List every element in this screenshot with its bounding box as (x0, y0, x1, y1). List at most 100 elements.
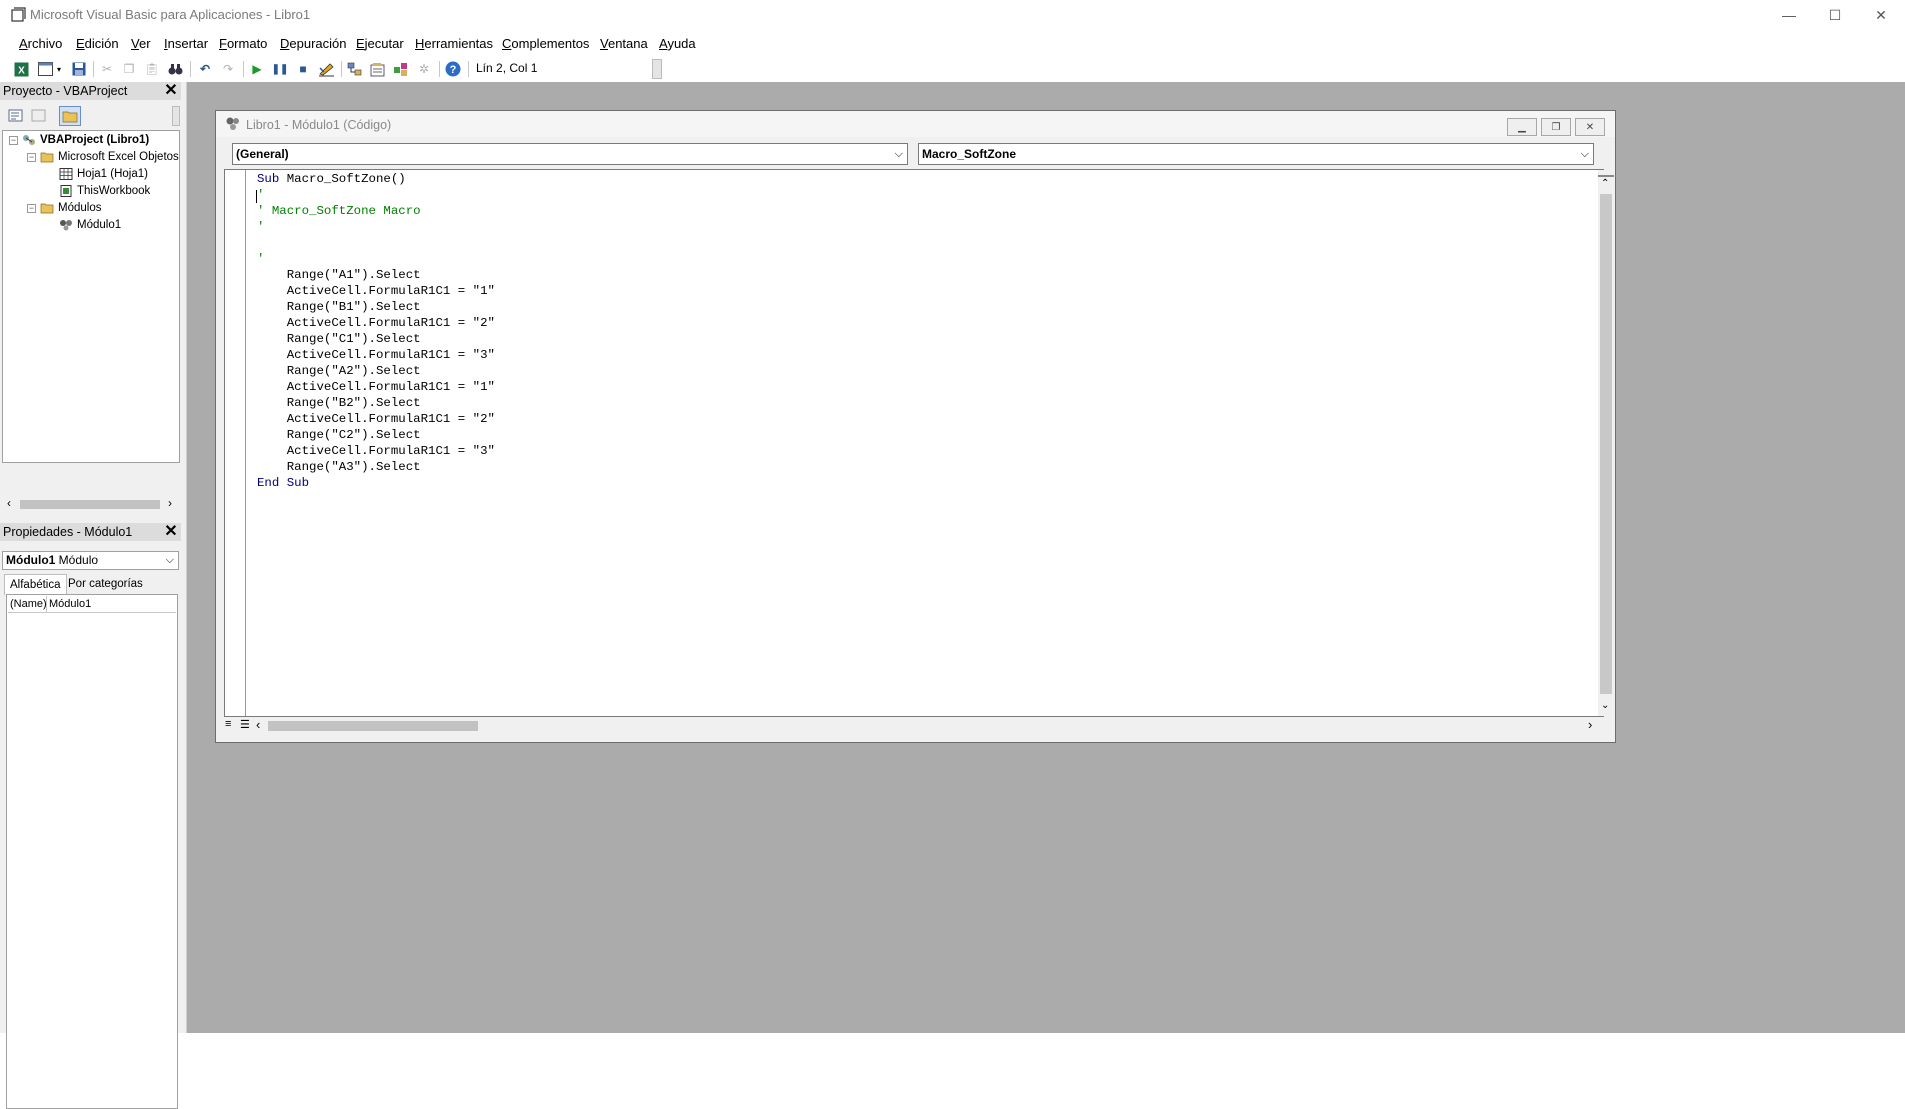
help-icon[interactable]: ? (444, 60, 462, 78)
tree-item-hoja1[interactable]: Hoja1 (Hoja1) (59, 168, 148, 180)
properties-icon[interactable] (369, 60, 387, 78)
menu-archivo[interactable]: Archivo (19, 36, 62, 51)
insert-userform-icon[interactable] (36, 60, 54, 78)
code-line[interactable]: Range("A1").Select (257, 267, 495, 283)
redo-icon[interactable]: ↷ (219, 60, 237, 78)
property-value[interactable]: Módulo1 (49, 596, 91, 612)
scroll-left-icon[interactable]: ‹ (7, 496, 11, 510)
menu-ver[interactable]: Ver (131, 36, 151, 51)
code-restore-button[interactable]: ❐ (1541, 118, 1571, 136)
tab-por-categorias[interactable]: Por categorías (63, 574, 148, 594)
code-line[interactable]: ActiveCell.FormulaR1C1 = "1" (257, 283, 495, 299)
panel-toolbar-grip[interactable] (172, 106, 180, 126)
collapse-icon[interactable]: − (27, 203, 36, 213)
tree-item-excel-objects[interactable]: − Microsoft Excel Objetos (27, 151, 179, 163)
chevron-down-icon[interactable]: ⌵ (166, 552, 174, 569)
tree-item-modulo1[interactable]: Módulo1 (59, 219, 121, 231)
code-line[interactable]: ' (257, 251, 495, 267)
scroll-thumb[interactable] (268, 721, 478, 731)
tree-item-vbaproject[interactable]: − VBAProject (Libro1) (9, 134, 149, 146)
collapse-icon[interactable]: − (27, 152, 36, 162)
reset-icon[interactable]: ■ (294, 60, 312, 78)
code-line[interactable]: Range("C2").Select (257, 427, 495, 443)
paste-icon[interactable]: 📋︎ (143, 60, 161, 78)
code-minimize-button[interactable]: ▁ (1507, 118, 1537, 136)
toggle-folders-icon[interactable] (59, 106, 81, 126)
code-vscrollbar[interactable]: ⌃ ⌄ (1598, 170, 1614, 716)
view-object-icon[interactable] (31, 109, 47, 123)
scroll-thumb[interactable] (1600, 194, 1612, 694)
code-line[interactable]: ' (257, 219, 495, 235)
code-line[interactable]: Range("A2").Select (257, 363, 495, 379)
undo-icon[interactable]: ↶ (196, 60, 214, 78)
full-module-view-icon[interactable]: ☰ (240, 718, 250, 731)
menu-ejecutar[interactable]: Ejecutar (356, 36, 404, 51)
code-line[interactable]: Range("B1").Select (257, 299, 495, 315)
tab-alfabetica[interactable]: Alfabética (4, 574, 67, 595)
save-icon[interactable] (70, 60, 88, 78)
code-line[interactable]: ' Macro_SoftZone Macro (257, 203, 495, 219)
code-line[interactable]: End Sub (257, 475, 495, 491)
menu-ventana[interactable]: Ventana (600, 36, 648, 51)
view-code-icon[interactable] (8, 109, 24, 123)
procedure-combo[interactable]: Macro_SoftZone ⌵ (918, 143, 1594, 165)
code-line[interactable]: ' (257, 187, 495, 203)
code-line[interactable]: ActiveCell.FormulaR1C1 = "2" (257, 411, 495, 427)
code-line[interactable]: Range("C1").Select (257, 331, 495, 347)
minimize-button[interactable]: — (1766, 0, 1812, 30)
scroll-thumb[interactable] (20, 500, 160, 509)
code-line[interactable]: ActiveCell.FormulaR1C1 = "1" (257, 379, 495, 395)
close-icon[interactable]: ✕ (161, 82, 181, 100)
cut-icon[interactable]: ✂ (98, 60, 116, 78)
code-line[interactable]: ActiveCell.FormulaR1C1 = "3" (257, 347, 495, 363)
menu-ayuda[interactable]: Ayuda (659, 36, 696, 51)
menu-edicion[interactable]: Edición (76, 36, 119, 51)
margin-indicator-bar[interactable] (225, 170, 246, 716)
scroll-down-icon[interactable]: ⌄ (1601, 700, 1609, 711)
properties-object-select[interactable]: Módulo1 Módulo ⌵ (2, 551, 179, 570)
object-combo[interactable]: (General) ⌵ (232, 143, 908, 165)
tree-item-thisworkbook[interactable]: ThisWorkbook (59, 185, 150, 197)
maximize-button[interactable]: ☐ (1812, 0, 1858, 30)
code-line[interactable]: Sub Macro_SoftZone() (257, 171, 495, 187)
code-line[interactable]: Range("A3").Select (257, 459, 495, 475)
scroll-left-icon[interactable]: ‹ (256, 717, 260, 732)
split-bar[interactable] (1598, 170, 1614, 177)
excel-icon[interactable]: X (12, 60, 30, 78)
code-close-button[interactable]: ✕ (1575, 118, 1605, 136)
chevron-down-icon[interactable]: ⌵ (895, 144, 903, 164)
toolbar-options-grip[interactable] (652, 59, 662, 79)
copy-icon[interactable]: ❐ (120, 60, 138, 78)
find-icon[interactable] (166, 60, 184, 78)
toolbox-icon[interactable]: ✲ (415, 60, 433, 78)
design-mode-icon[interactable] (317, 60, 335, 78)
scroll-up-icon[interactable]: ⌃ (1601, 178, 1609, 189)
code-line[interactable]: ActiveCell.FormulaR1C1 = "2" (257, 315, 495, 331)
code-window-titlebar[interactable]: Libro1 - Módulo1 (Código) ▁ ❐ ✕ (216, 111, 1615, 137)
code-text[interactable]: Sub Macro_SoftZone() ' ' Macro_SoftZone Ma… (257, 171, 495, 491)
menu-insertar[interactable]: Insertar (164, 36, 208, 51)
project-explorer-icon[interactable] (346, 60, 364, 78)
menu-herramientas[interactable]: Herramientas (415, 36, 493, 51)
object-browser-icon[interactable] (392, 60, 410, 78)
procedure-view-icon[interactable]: ≡ (225, 718, 231, 730)
menu-complementos[interactable]: Complementos (502, 36, 589, 51)
code-hscrollbar[interactable]: ≡ ☰ ‹ › (224, 717, 1604, 735)
project-tree-hscrollbar[interactable]: ‹ › (2, 495, 180, 513)
tree-item-modulos[interactable]: − Módulos (27, 202, 101, 214)
code-editor[interactable]: Sub Macro_SoftZone() ' ' Macro_SoftZone Ma… (224, 169, 1614, 717)
property-row[interactable]: (Name) Módulo1 (8, 596, 176, 613)
menu-depuracion[interactable]: Depuración (280, 36, 347, 51)
close-icon[interactable]: ✕ (161, 523, 181, 541)
close-window-button[interactable]: ✕ (1858, 0, 1904, 30)
menu-formato[interactable]: Formato (219, 36, 267, 51)
chevron-down-icon[interactable]: ⌵ (1581, 144, 1589, 164)
scroll-right-icon[interactable]: › (168, 496, 172, 510)
scroll-right-icon[interactable]: › (1588, 717, 1592, 732)
code-line[interactable]: Range("B2").Select (257, 395, 495, 411)
chevron-down-icon[interactable]: ▾ (55, 60, 63, 78)
code-line[interactable]: ActiveCell.FormulaR1C1 = "3" (257, 443, 495, 459)
code-line[interactable]: ​ (257, 235, 495, 251)
break-icon[interactable]: ❚❚ (271, 60, 289, 78)
collapse-icon[interactable]: − (9, 135, 18, 145)
